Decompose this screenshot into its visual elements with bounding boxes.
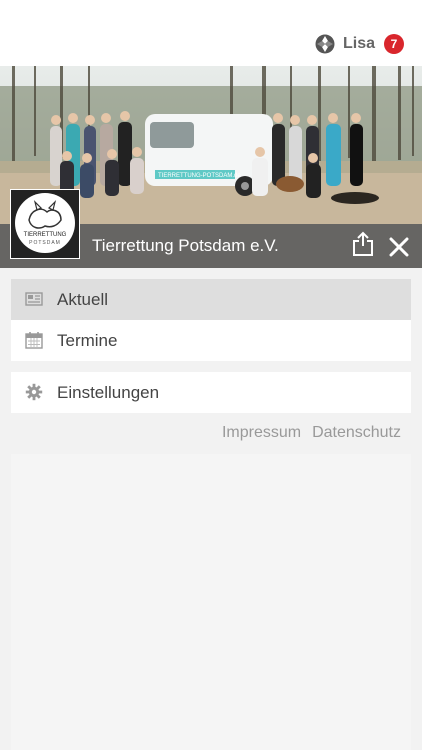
secondary-menu: Einstellungen [11,372,411,413]
content-panel [11,454,411,750]
menu-item-aktuell[interactable]: Aktuell [11,279,411,320]
calendar-icon [25,332,43,349]
user-account[interactable]: Lisa 7 [315,32,404,56]
organization-name: Tierrettung Potsdam e.V. [92,236,279,255]
close-icon[interactable] [388,236,410,258]
logo-text-line1: TIERRETTUNG [24,232,67,238]
footer-links: Impressum Datenschutz [222,424,401,442]
impressum-link[interactable]: Impressum [222,424,301,442]
primary-menu: Aktuell Termine [11,279,411,361]
menu-item-label: Termine [57,330,118,350]
menu-item-label: Einstellungen [57,382,160,402]
top-bar: Lisa 7 [0,0,422,66]
app-logo-icon [315,34,335,54]
share-icon[interactable] [352,231,374,257]
menu-item-einstellungen[interactable]: Einstellungen [11,372,411,413]
notification-badge[interactable]: 7 [384,34,404,54]
gear-icon [25,383,43,401]
datenschutz-link[interactable]: Datenschutz [312,424,401,442]
user-name: Lisa [342,35,375,52]
logo-text-line2: POTSDAM [29,240,61,246]
menu-item-termine[interactable]: Termine [11,320,411,361]
newspaper-icon [25,292,43,306]
menu-item-label: Aktuell [57,289,109,309]
van-lettering: TIERRETTUNG-POTSDAM.de [158,173,241,179]
organization-logo: TIERRETTUNG POTSDAM [10,189,80,259]
